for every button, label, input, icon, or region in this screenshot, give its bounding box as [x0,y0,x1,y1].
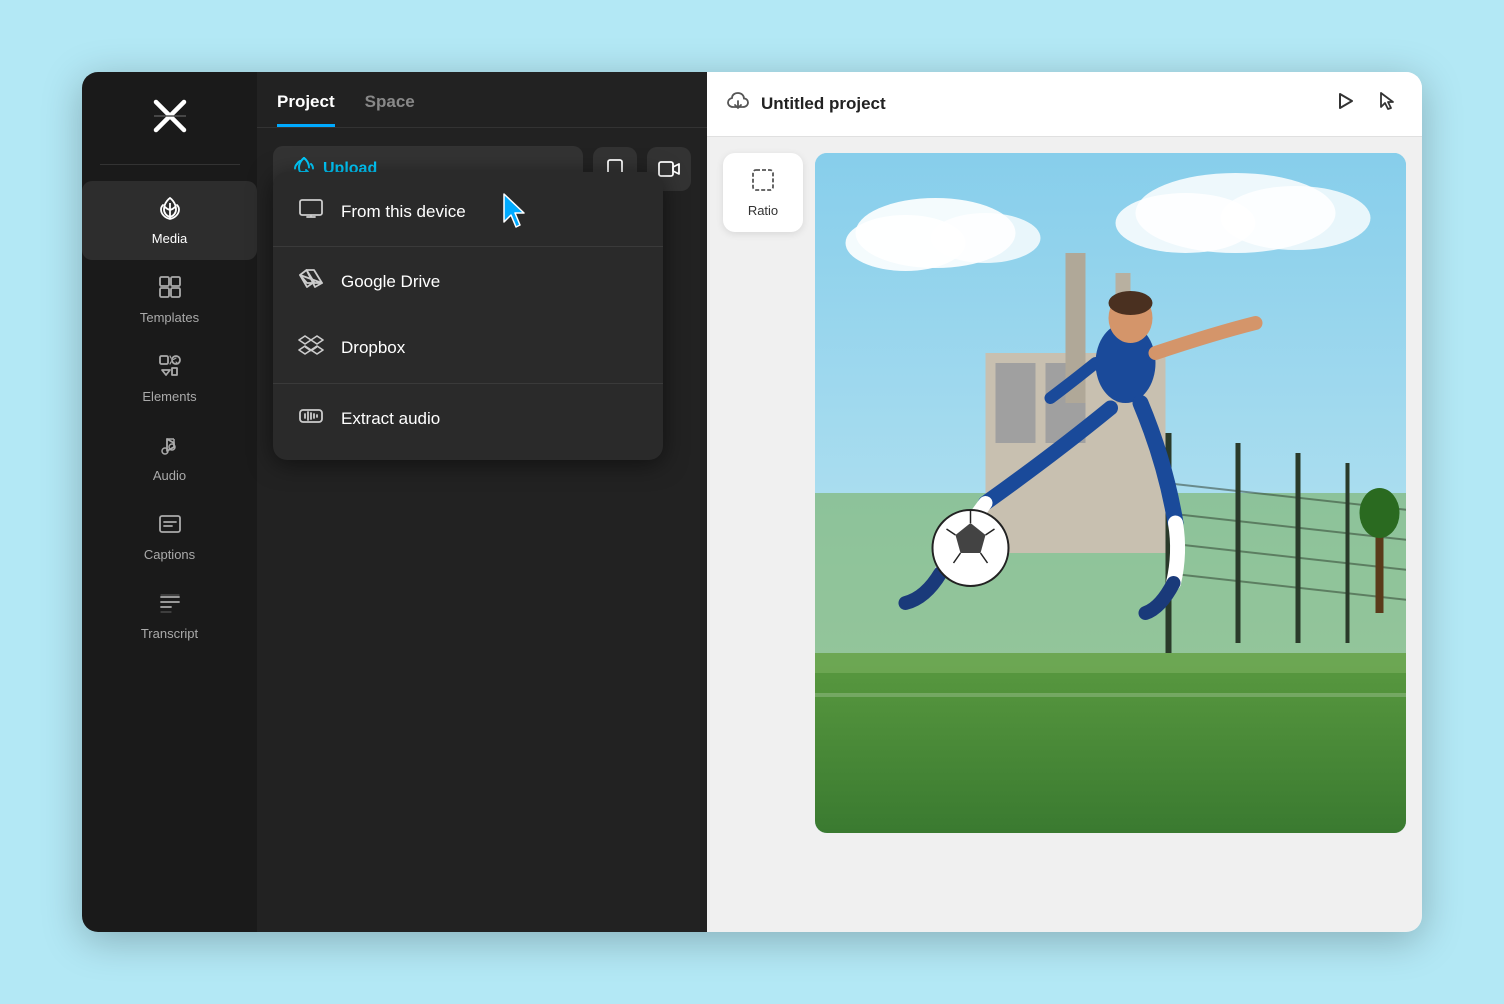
ratio-label: Ratio [748,203,778,218]
sidebar-divider [100,164,240,165]
sidebar-item-audio-label: Audio [153,468,186,483]
app-logo[interactable] [146,92,194,140]
templates-icon [157,274,183,304]
sidebar: Media Templates [82,72,257,932]
captions-icon [157,511,183,541]
ratio-icon [750,167,776,199]
sidebar-item-media-label: Media [152,231,187,246]
elements-icon [157,353,183,383]
dropdown-item-dropbox[interactable]: Dropbox [273,315,663,381]
from-device-label: From this device [341,202,466,222]
dropdown-item-from-device[interactable]: From this device [273,180,663,244]
preview-cloud-icon [727,91,749,117]
dropdown-item-extract-audio[interactable]: Extract audio [273,386,663,452]
play-button[interactable] [1330,86,1360,122]
sidebar-item-captions-label: Captions [144,547,195,562]
separator-2 [273,383,663,384]
google-drive-label: Google Drive [341,272,440,292]
audio-icon [157,432,183,462]
app-container: Media Templates [82,72,1422,932]
sidebar-item-templates[interactable]: Templates [82,260,257,339]
ratio-panel[interactable]: Ratio [723,153,803,232]
tab-project[interactable]: Project [277,92,335,127]
sidebar-item-elements-label: Elements [142,389,196,404]
tab-bar: Project Space [257,72,707,128]
pointer-button[interactable] [1372,86,1402,122]
google-drive-icon [297,267,325,297]
sidebar-item-audio[interactable]: Audio [82,418,257,497]
dropdown-item-google-drive[interactable]: Google Drive [273,249,663,315]
dropbox-label: Dropbox [341,338,405,358]
media-icon [157,195,183,225]
preview-panel: Untitled project Ratio [707,72,1422,932]
transcript-icon [157,590,183,620]
preview-title: Untitled project [761,94,1318,114]
sidebar-item-elements[interactable]: Elements [82,339,257,418]
sidebar-item-media[interactable]: Media [82,181,257,260]
soccer-image [815,153,1406,833]
monitor-icon [297,198,325,226]
sidebar-item-captions[interactable]: Captions [82,497,257,576]
sidebar-item-transcript[interactable]: Transcript [82,576,257,655]
upload-dropdown: From this device Google Drive [273,172,663,460]
extract-audio-icon [297,404,325,434]
tab-space[interactable]: Space [365,92,415,127]
preview-content: Ratio [707,137,1422,932]
preview-header: Untitled project [707,72,1422,137]
sidebar-item-transcript-label: Transcript [141,626,198,641]
separator-1 [273,246,663,247]
soccer-photo [815,153,1406,833]
sidebar-item-templates-label: Templates [140,310,199,325]
middle-panel: Project Space Upload [257,72,707,932]
dropbox-icon [297,333,325,363]
extract-audio-label: Extract audio [341,409,440,429]
